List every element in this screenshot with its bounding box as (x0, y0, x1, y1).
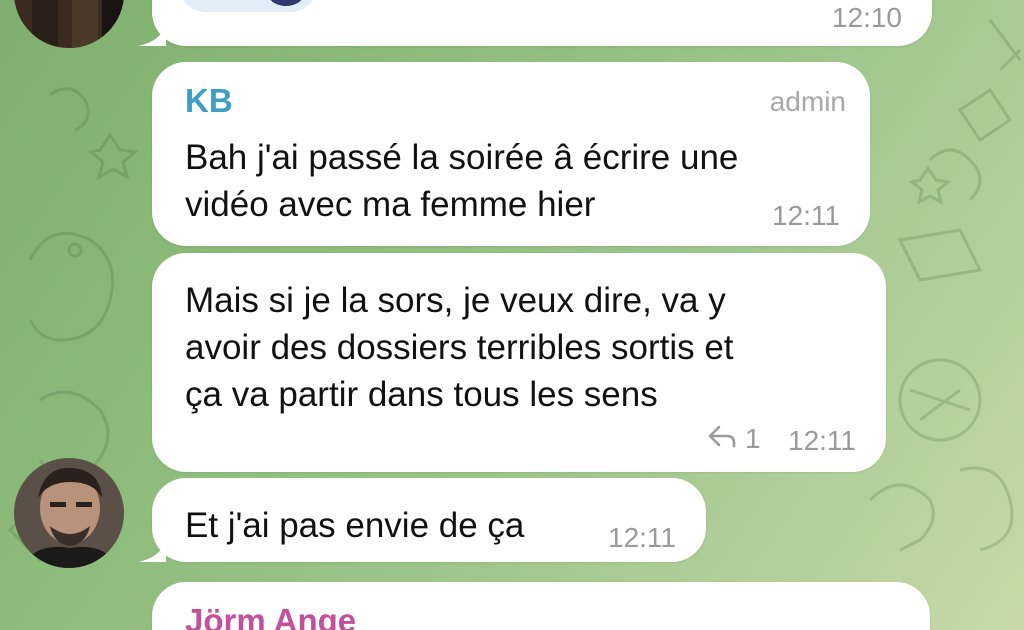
message-time: 12:11 (772, 200, 840, 231)
message-text-line: ça va partir dans tous les sens (185, 375, 658, 414)
man-photo-avatar (14, 458, 124, 568)
reply-arrow-icon (707, 423, 737, 455)
message-text-line: Et j'ai pas envie de ça (185, 506, 525, 545)
message-text-line: vidéo avec ma femme hier (185, 185, 596, 224)
message-time: 12:11 (608, 522, 676, 553)
reaction-chip[interactable] (178, 0, 318, 12)
message-bubble[interactable]: KB admin Bah j'ai passé la soirée â écri… (152, 62, 870, 246)
reply-count: 1 (745, 423, 761, 454)
sender-name[interactable]: KB (185, 82, 233, 120)
message-bubble[interactable]: Mais si je la sors, je veux dire, va y a… (152, 253, 886, 472)
message-time: 12:10 (831, 2, 902, 33)
message-bubble[interactable]: Jörm Ange (152, 582, 930, 630)
bubble-tail (138, 536, 166, 562)
sender-name[interactable]: Jörm Ange (185, 602, 356, 630)
admin-badge: admin (769, 86, 846, 117)
avatar[interactable] (14, 458, 124, 568)
message-text-line: Bah j'ai passé la soirée â écrire une (185, 138, 739, 177)
message-text-line: avoir des dossiers terribles sortis et (185, 328, 734, 367)
bubble-tail (138, 20, 166, 46)
message-text-line: Mais si je la sors, je veux dire, va y (185, 281, 726, 320)
reaction-avatar (262, 0, 310, 6)
message-bubble[interactable]: 12:10 (138, 0, 932, 46)
message-time: 12:11 (788, 425, 856, 456)
heart-icon (206, 0, 246, 1)
replies-indicator[interactable]: 1 (707, 423, 761, 455)
message-bubble[interactable]: Et j'ai pas envie de ça 12:11 (138, 478, 706, 562)
